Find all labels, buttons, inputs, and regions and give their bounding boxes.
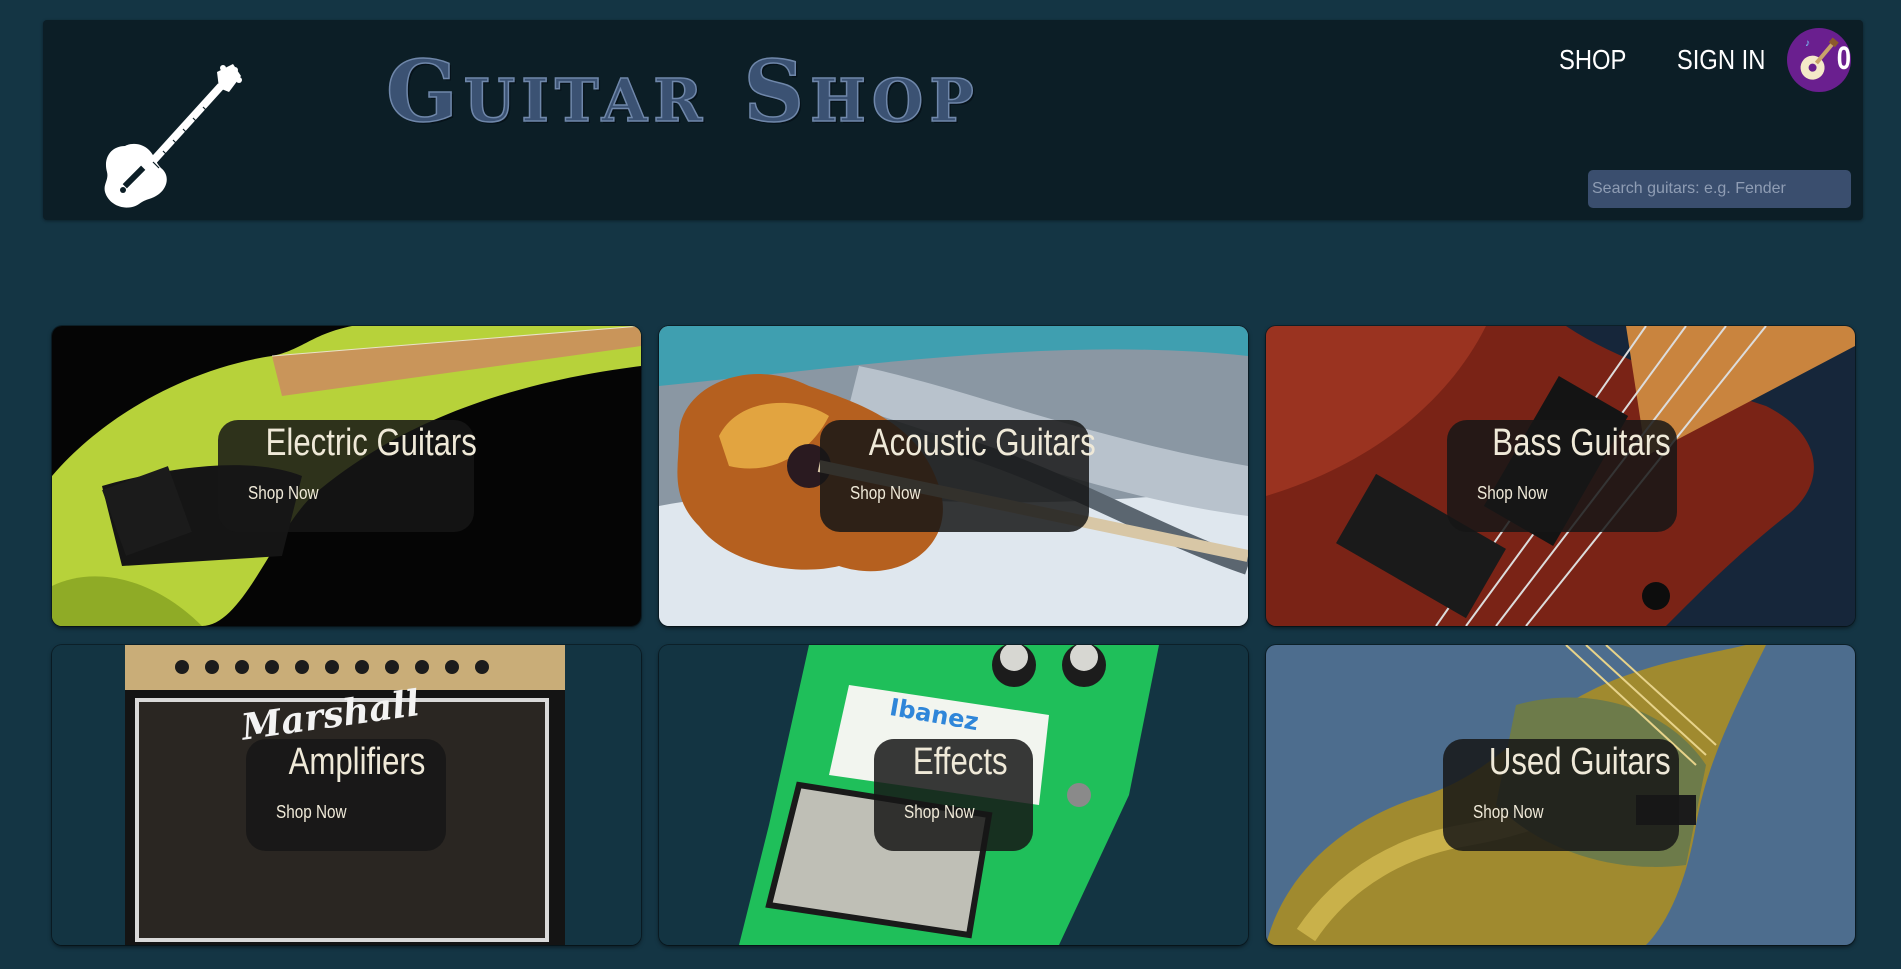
svg-text:♪: ♪ (1805, 38, 1810, 49)
category-overlay: Acoustic Guitars Shop Now (820, 420, 1096, 532)
category-overlay: Used Guitars Shop Now (1443, 739, 1679, 851)
nav-shop-link[interactable]: SHOP (1559, 44, 1626, 76)
category-title: Amplifiers (288, 741, 426, 783)
category-card-acoustic-guitars[interactable]: Acoustic Guitars Shop Now (659, 326, 1248, 626)
nav-sign-in-link[interactable]: SIGN IN (1677, 44, 1766, 76)
main-nav: SHOP SIGN IN ♪ 0 (1553, 28, 1851, 92)
site-header: Guitar Shop SHOP SIGN IN ♪ 0 (43, 20, 1863, 220)
cart-count: 0 (1836, 40, 1852, 76)
category-overlay: Electric Guitars Shop Now (218, 420, 477, 532)
category-card-used-guitars[interactable]: Used Guitars Shop Now (1266, 645, 1855, 945)
category-overlay: Amplifiers Shop Now (246, 739, 446, 851)
category-card-amplifiers[interactable]: Marshall Amplifiers Shop Now (52, 645, 641, 945)
category-title: Electric Guitars (265, 422, 477, 464)
category-card-bass-guitars[interactable]: Bass Guitars Shop Now (1266, 326, 1855, 626)
category-title: Used Guitars (1488, 741, 1671, 783)
shop-now-link[interactable]: Shop Now (850, 483, 921, 504)
site-title[interactable]: Guitar Shop (385, 41, 980, 142)
shop-now-link[interactable]: Shop Now (248, 483, 319, 504)
category-card-electric-guitars[interactable]: Electric Guitars Shop Now (52, 326, 641, 626)
cart-button[interactable]: ♪ 0 (1787, 28, 1851, 92)
shop-now-link[interactable]: Shop Now (1477, 483, 1548, 504)
category-overlay: Effects Shop Now (874, 739, 1033, 851)
category-title: Bass Guitars (1492, 422, 1671, 464)
shop-now-link[interactable]: Shop Now (276, 802, 347, 823)
category-title: Acoustic Guitars (868, 422, 1096, 464)
category-card-effects[interactable]: Ibanez Effects Shop Now (659, 645, 1248, 945)
shop-now-link[interactable]: Shop Now (1473, 802, 1544, 823)
category-title: Effects (912, 741, 1008, 783)
search-input[interactable] (1588, 170, 1851, 208)
category-overlay: Bass Guitars Shop Now (1447, 420, 1677, 532)
guitar-logo-icon[interactable] (83, 50, 253, 210)
shop-now-link[interactable]: Shop Now (904, 802, 975, 823)
